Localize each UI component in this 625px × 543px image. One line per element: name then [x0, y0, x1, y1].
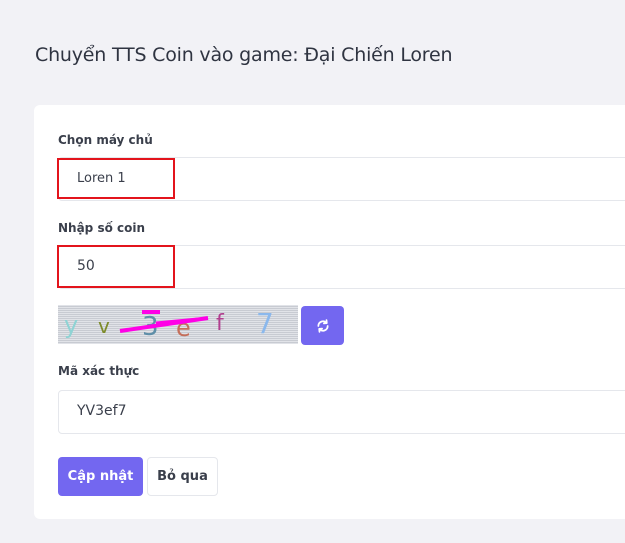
- verify-input[interactable]: YV3ef7: [58, 390, 625, 434]
- transfer-form-card: Chọn máy chủ Loren 1 Nhập số coin 50 yv3…: [34, 105, 625, 519]
- captcha-char: f: [216, 311, 225, 336]
- coin-input[interactable]: 50: [58, 245, 625, 289]
- server-select[interactable]: Loren 1: [58, 157, 625, 201]
- captcha-char: y: [64, 311, 78, 339]
- update-button[interactable]: Cập nhật: [58, 457, 143, 496]
- coin-input-value: 50: [77, 258, 95, 274]
- captcha-char: v: [98, 314, 110, 338]
- page-title: Chuyển TTS Coin vào game: Đại Chiến Lore…: [35, 44, 453, 66]
- refresh-icon: [316, 318, 329, 333]
- verify-label: Mã xác thực: [58, 364, 140, 378]
- server-label: Chọn máy chủ: [58, 133, 153, 147]
- captcha-refresh-button[interactable]: [301, 306, 344, 345]
- captcha-char: e: [176, 314, 191, 342]
- captcha-image: yv3ef7: [58, 305, 298, 344]
- captcha-char: 7: [256, 307, 274, 340]
- skip-button[interactable]: Bỏ qua: [147, 457, 218, 496]
- captcha-graphic: yv3ef7: [64, 307, 274, 342]
- server-select-value: Loren 1: [77, 171, 126, 186]
- verify-input-value: YV3ef7: [77, 403, 127, 419]
- coin-label: Nhập số coin: [58, 221, 146, 235]
